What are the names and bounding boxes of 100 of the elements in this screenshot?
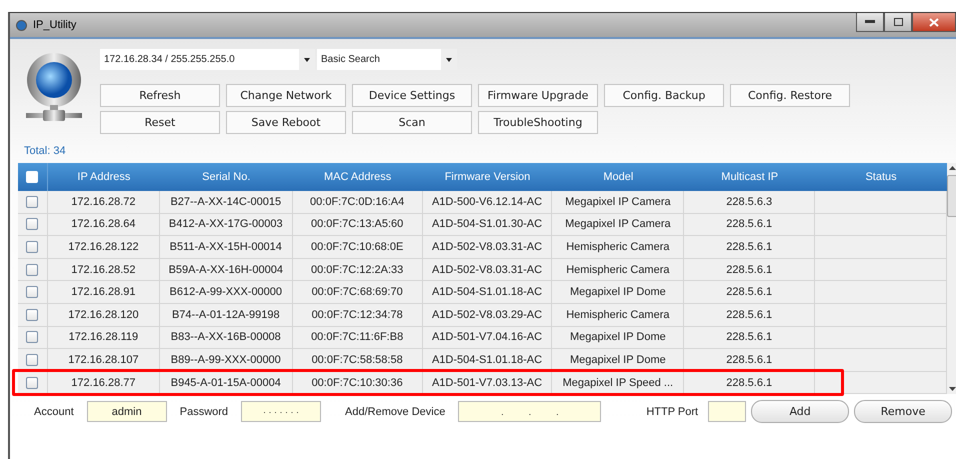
table-cell: 172.16.28.91 <box>71 286 136 298</box>
table-cell: Megapixel IP Camera <box>565 218 671 230</box>
table-cell: 00:0F:7C:12:2A:33 <box>310 264 404 276</box>
table-cell: 228.5.6.1 <box>726 308 772 321</box>
table-cell: 228.5.6.1 <box>726 218 772 230</box>
table-cell: 228.5.6.1 <box>726 331 772 344</box>
remove-button[interactable]: Remove <box>854 400 952 424</box>
table-cell: 00:0F:7C:12:34:78 <box>312 308 403 321</box>
column-header[interactable]: Multicast IP <box>684 163 816 191</box>
column-header[interactable]: MAC Address <box>292 163 423 191</box>
table-cell: Hemispheric Camera <box>566 308 670 321</box>
table-cell: 00:0F:7C:0D:16:A4 <box>310 196 404 208</box>
scrollbar-thumb[interactable] <box>947 175 956 217</box>
table-cell: 00:0F:7C:13:A5:60 <box>310 218 404 230</box>
checkbox[interactable] <box>26 240 38 253</box>
device-label: Add/Remove Device <box>345 406 446 418</box>
table-cell: Megapixel IP Dome <box>570 354 666 366</box>
http-port-field[interactable] <box>708 401 746 422</box>
toolbar-button[interactable]: Save Reboot <box>226 111 346 134</box>
checkbox[interactable] <box>26 331 38 344</box>
table-cell: B612-A-99-XXX-00000 <box>170 286 282 298</box>
maximize-icon <box>894 18 902 26</box>
table-cell: 172.16.28.77 <box>71 376 136 389</box>
table-cell: 00:0F:7C:10:30:36 <box>312 376 403 389</box>
table-cell: B59A-A-XX-16H-00004 <box>168 264 283 276</box>
table-cell: 172.16.28.119 <box>68 331 138 344</box>
table-cell: A1D-502-V8.03.31-AC <box>432 264 542 276</box>
scrollbar[interactable] <box>947 163 956 394</box>
table-cell: 228.5.6.1 <box>726 264 772 276</box>
total-count: Total: 34 <box>23 144 67 159</box>
table-cell: 172.16.28.122 <box>68 240 139 253</box>
toolbar-button[interactable]: Config. Restore <box>730 84 850 107</box>
close-icon <box>929 18 939 26</box>
toolbar-button[interactable]: TroubleShooting <box>478 111 598 134</box>
toolbar-button[interactable]: Reset <box>100 111 220 134</box>
password-label: Password <box>180 406 228 418</box>
password-field[interactable]: · · · · · · · <box>241 401 322 422</box>
checkbox[interactable] <box>26 196 38 208</box>
table-cell: Megapixel IP Dome <box>570 331 666 344</box>
table-cell: 00:0F:7C:10:68:0E <box>310 240 404 253</box>
account-field[interactable]: admin <box>86 401 167 422</box>
column-header[interactable]: Serial No. <box>160 163 293 191</box>
toolbar-button[interactable]: Firmware Upgrade <box>478 84 598 107</box>
toolbar-button[interactable]: Change Network <box>226 84 346 107</box>
close-button[interactable] <box>912 13 956 32</box>
table-cell: B83--A-XX-16B-00008 <box>170 331 281 344</box>
toolbar-button[interactable]: Device Settings <box>352 84 472 107</box>
column-header[interactable]: Firmware Version <box>422 163 552 191</box>
checkbox[interactable] <box>26 286 38 298</box>
table-cell: B511-A-XX-15H-00014 <box>170 240 282 253</box>
dropdown-caret-icon <box>304 58 310 62</box>
table-cell: 172.16.28.107 <box>68 354 139 366</box>
table-cell: 172.16.28.52 <box>71 264 136 276</box>
search-mode-dropdown[interactable]: Basic Search <box>317 49 457 70</box>
minimize-button[interactable] <box>856 13 884 32</box>
table-cell: A1D-504-S1.01.30-AC <box>432 218 542 230</box>
checkbox[interactable] <box>26 218 38 230</box>
add-button[interactable]: Add <box>751 400 850 424</box>
webcam-logo-icon <box>26 53 82 123</box>
http-port-label: HTTP Port <box>646 406 698 418</box>
table-cell: 228.5.6.1 <box>726 376 772 389</box>
toolbar-button[interactable]: Scan <box>352 111 472 134</box>
table-cell: B74--A-01-12A-99198 <box>172 308 280 321</box>
table-cell: 228.5.6.3 <box>726 196 772 208</box>
checkbox[interactable] <box>26 376 38 389</box>
table-cell: 228.5.6.1 <box>726 354 772 366</box>
toolbar-button[interactable]: Refresh <box>100 84 220 107</box>
table-cell: A1D-501-V7.04.16-AC <box>432 331 542 344</box>
table-cell: A1D-501-V7.03.13-AC <box>432 376 542 389</box>
table-cell: A1D-504-S1.01.18-AC <box>432 286 542 298</box>
table-cell: Megapixel IP Dome <box>570 286 666 298</box>
table-cell: 00:0F:7C:11:6F:B8 <box>311 331 404 344</box>
checkbox[interactable] <box>26 308 38 321</box>
network-dropdown[interactable]: 172.16.28.34 / 255.255.255.0 <box>100 49 315 70</box>
table-cell: Megapixel IP Camera <box>565 196 671 208</box>
checkbox[interactable] <box>26 354 38 366</box>
column-header[interactable]: IP Address <box>48 163 160 191</box>
table-cell: Hemispheric Camera <box>566 264 670 276</box>
toolbar-button[interactable]: Config. Backup <box>604 84 724 107</box>
table-cell: Hemispheric Camera <box>566 240 670 253</box>
table-cell: 172.16.28.72 <box>71 196 136 208</box>
device-ip-field[interactable]: . . . <box>458 401 602 422</box>
column-header[interactable]: Model <box>552 163 684 191</box>
column-header[interactable]: Status <box>815 163 947 191</box>
table-cell: B945-A-01-15A-00004 <box>170 376 281 389</box>
table-cell: A1D-502-V8.03.29-AC <box>432 308 542 321</box>
account-label: Account <box>34 406 74 418</box>
table-cell: 00:0F:7C:58:58:58 <box>312 354 403 366</box>
table-cell: Megapixel IP Speed ... <box>562 376 674 389</box>
table-cell: 00:0F:7C:68:69:70 <box>312 286 403 298</box>
globe-icon <box>16 20 27 30</box>
table-cell: A1D-500-V6.12.14-AC <box>432 196 542 208</box>
maximize-button[interactable] <box>884 13 912 32</box>
minimize-icon <box>865 20 875 24</box>
table-cell: A1D-504-S1.01.18-AC <box>432 354 542 366</box>
table-cell: A1D-502-V8.03.31-AC <box>432 240 542 253</box>
table-cell: 172.16.28.120 <box>68 308 139 321</box>
dropdown-caret-icon <box>446 58 452 62</box>
table-cell: B27--A-XX-14C-00015 <box>170 196 282 208</box>
checkbox[interactable] <box>26 264 38 276</box>
